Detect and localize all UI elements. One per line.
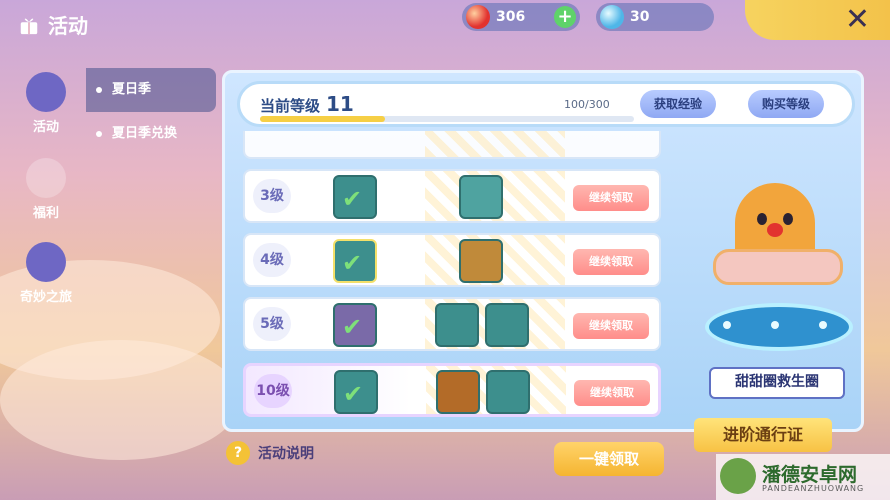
pedestal-light bbox=[771, 321, 779, 329]
sub-nav: 夏日季 夏日季兑换 bbox=[86, 68, 216, 156]
page-title: 活动 bbox=[18, 10, 88, 39]
claim-button[interactable]: 继续领取 bbox=[574, 380, 650, 406]
get-exp-button[interactable]: 获取经验 bbox=[640, 90, 717, 118]
page-title-text: 活动 bbox=[48, 14, 88, 38]
current-level-value: 11 bbox=[326, 92, 354, 116]
left-nav: 活动 福利 奇妙之旅 bbox=[0, 60, 86, 460]
reward-row-highlight: 10级 ✔ 继续领取 bbox=[243, 363, 661, 417]
currency-blue-pill: 30 bbox=[596, 3, 714, 31]
nav-item-activity[interactable]: 活动 bbox=[18, 72, 74, 135]
level-badge: 5级 bbox=[253, 307, 291, 341]
currency-blue-value: 30 bbox=[630, 9, 650, 25]
premium-reward-slot[interactable] bbox=[459, 239, 503, 283]
help-link[interactable]: ? 活动说明 bbox=[226, 441, 314, 465]
premium-reward-slot[interactable] bbox=[486, 370, 530, 414]
question-icon: ? bbox=[226, 441, 250, 465]
check-icon: ✔ bbox=[342, 185, 363, 213]
check-icon: ✔ bbox=[343, 380, 364, 408]
reward-panel: 当前等级 11 100/300 获取经验 购买等级 3级 ✔ 继续领取 4级 ✔ … bbox=[222, 70, 864, 432]
free-reward-slot[interactable]: ✔ bbox=[333, 239, 377, 283]
advanced-pass-button[interactable]: 进阶通行证 bbox=[694, 418, 832, 452]
donut-float-icon bbox=[713, 249, 843, 285]
help-label: 活动说明 bbox=[258, 446, 314, 462]
level-progress-fill bbox=[260, 116, 385, 122]
reward-row-partial bbox=[243, 131, 661, 159]
currency-red-pill: 306 + bbox=[462, 3, 580, 31]
premium-reward-slot[interactable] bbox=[436, 370, 480, 414]
free-reward-slot[interactable]: ✔ bbox=[333, 175, 377, 219]
eye-icon bbox=[783, 213, 793, 225]
level-badge: 10级 bbox=[254, 374, 292, 408]
subnav-item-summer-exchange[interactable]: 夏日季兑换 bbox=[86, 112, 216, 156]
reward-row: 3级 ✔ 继续领取 bbox=[243, 169, 661, 223]
watermark-text: 潘德安卓网 bbox=[762, 464, 858, 486]
paw-icon bbox=[96, 87, 102, 93]
level-bar: 当前等级 11 100/300 获取经验 购买等级 bbox=[237, 81, 855, 127]
watermark: 潘德安卓网 PANDEANZHUOWANG bbox=[716, 454, 890, 500]
top-bar: 活动 306 + 30 ✕ bbox=[0, 0, 890, 50]
premium-reward-slot[interactable] bbox=[435, 303, 479, 347]
gift-icon bbox=[20, 18, 38, 34]
gift-icon bbox=[26, 72, 66, 112]
premium-reward-slot[interactable] bbox=[485, 303, 529, 347]
claim-button[interactable]: 继续领取 bbox=[573, 185, 649, 211]
claim-button[interactable]: 继续领取 bbox=[573, 313, 649, 339]
level-progress-text: 100/300 bbox=[564, 98, 610, 111]
nav-label: 活动 bbox=[32, 120, 59, 135]
check-icon: ✔ bbox=[342, 313, 363, 341]
nav-label: 奇妙之旅 bbox=[19, 290, 72, 305]
close-button[interactable]: ✕ bbox=[745, 0, 890, 40]
subnav-label: 夏日季 bbox=[112, 82, 152, 97]
reward-row: 5级 ✔ 继续领取 bbox=[243, 297, 661, 351]
close-icon: ✕ bbox=[844, 2, 870, 37]
nav-label: 福利 bbox=[32, 206, 59, 221]
current-level: 当前等级 11 bbox=[260, 92, 354, 116]
premium-reward-slot[interactable] bbox=[459, 175, 503, 219]
buy-level-button[interactable]: 购买等级 bbox=[748, 90, 825, 118]
pedestal-light bbox=[723, 321, 731, 329]
row-stripe bbox=[425, 131, 565, 157]
reward-row: 4级 ✔ 继续领取 bbox=[243, 233, 661, 287]
heart-icon bbox=[26, 158, 66, 198]
ticket-star-icon bbox=[26, 242, 66, 282]
add-currency-button[interactable]: + bbox=[554, 6, 576, 28]
watermark-subtext: PANDEANZHUOWANG bbox=[762, 484, 865, 493]
subnav-item-summer[interactable]: 夏日季 bbox=[86, 68, 216, 112]
free-reward-slot[interactable]: ✔ bbox=[334, 370, 378, 414]
current-level-label: 当前等级 bbox=[260, 97, 321, 115]
subnav-label: 夏日季兑换 bbox=[112, 126, 178, 141]
watermark-logo-icon bbox=[720, 458, 756, 494]
reward-showcase: 甜甜圈救生圈 bbox=[695, 173, 855, 423]
level-badge: 4级 bbox=[253, 243, 291, 277]
bullet-icon bbox=[96, 131, 102, 137]
free-reward-slot[interactable]: ✔ bbox=[333, 303, 377, 347]
nose-icon bbox=[767, 223, 783, 237]
eye-icon bbox=[757, 213, 767, 225]
nav-item-journey[interactable]: 奇妙之旅 bbox=[18, 242, 74, 305]
claim-all-button[interactable]: 一键领取 bbox=[554, 442, 664, 476]
check-icon: ✔ bbox=[342, 249, 363, 277]
pedestal-light bbox=[819, 321, 827, 329]
level-badge: 3级 bbox=[253, 179, 291, 213]
red-ball-icon bbox=[466, 5, 490, 29]
claim-button[interactable]: 继续领取 bbox=[573, 249, 649, 275]
nav-item-welfare[interactable]: 福利 bbox=[18, 158, 74, 221]
currency-red-value: 306 bbox=[496, 9, 526, 25]
showcase-item-name: 甜甜圈救生圈 bbox=[709, 367, 845, 399]
blue-coin-icon bbox=[600, 5, 624, 29]
reward-list[interactable]: 3级 ✔ 继续领取 4级 ✔ 继续领取 5级 ✔ 继续领取 10级 ✔ 继续领取 bbox=[241, 131, 661, 429]
level-progress-bar bbox=[260, 116, 634, 122]
